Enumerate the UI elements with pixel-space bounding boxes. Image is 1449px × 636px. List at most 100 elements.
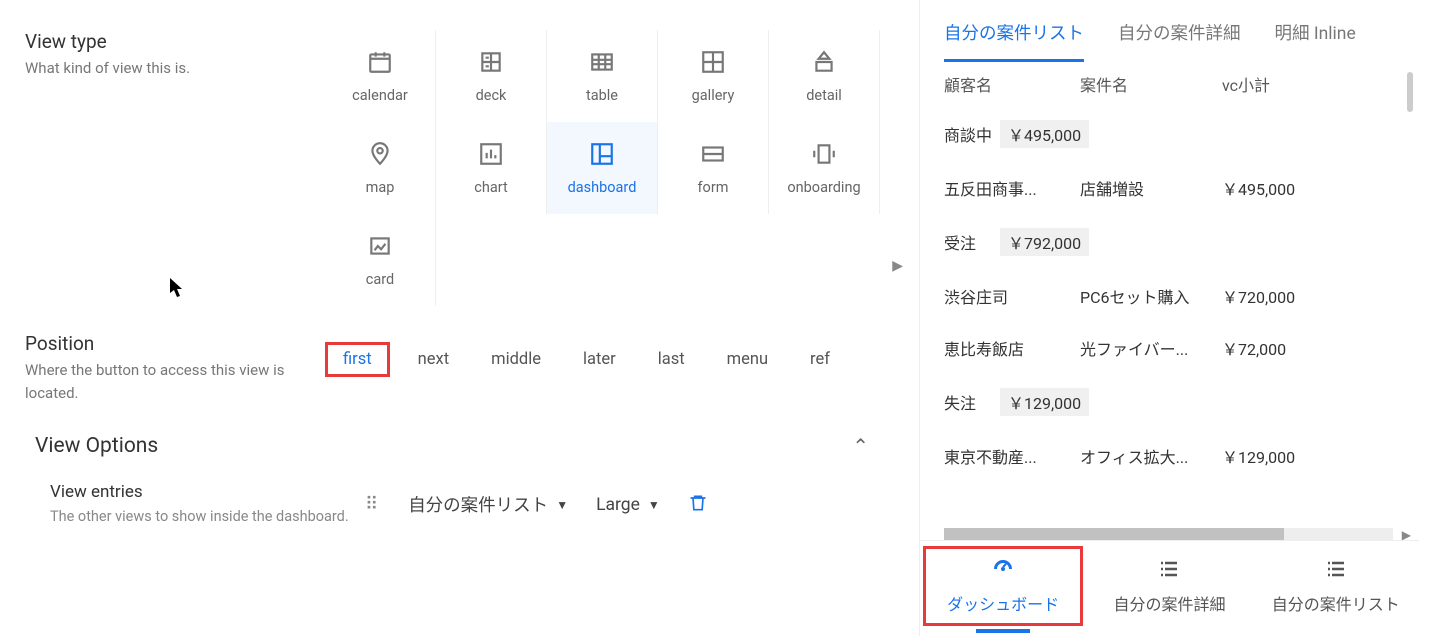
- map-icon: [367, 141, 393, 171]
- view-type-calendar[interactable]: calendar: [325, 30, 436, 122]
- cell-subtotal: ￥495,000: [1222, 176, 1295, 200]
- view-type-label: card: [366, 271, 394, 288]
- view-type-form[interactable]: form: [658, 122, 769, 214]
- group-sum: ￥495,000: [1000, 120, 1089, 148]
- cell-anken: 店舗増設: [1080, 176, 1222, 200]
- preview-tab[interactable]: 自分の案件リスト: [944, 20, 1084, 62]
- entry-size-value: Large: [596, 495, 640, 515]
- entry-view-value: 自分の案件リスト: [408, 492, 548, 517]
- collapse-icon[interactable]: ⌃: [852, 434, 899, 458]
- table-row[interactable]: 東京不動産...オフィス拡大...￥129,000: [944, 430, 1419, 482]
- table-body: 商談中￥495,000五反田商事...店舗増設￥495,000受注￥792,00…: [944, 106, 1419, 482]
- dashboard-icon: [589, 141, 615, 171]
- chevron-down-icon: ▼: [556, 498, 568, 512]
- preview-tab[interactable]: 自分の案件詳細: [1118, 20, 1241, 62]
- form-icon: [700, 141, 726, 171]
- position-title: Position: [25, 332, 315, 355]
- position-middle[interactable]: middle: [477, 342, 555, 377]
- cell-subtotal: ￥720,000: [1222, 284, 1295, 308]
- chevron-down-icon: ▼: [648, 498, 660, 512]
- group-row[interactable]: 受注￥792,000: [944, 214, 1419, 270]
- table-icon: [589, 49, 615, 79]
- group-label: 商談中: [944, 122, 1000, 146]
- group-sum: ￥792,000: [1000, 228, 1089, 256]
- scrollbar-horizontal[interactable]: [944, 528, 1284, 540]
- table-row[interactable]: 恵比寿飯店光ファイバー...￥72,000: [944, 322, 1419, 374]
- view-type-label: map: [366, 179, 395, 196]
- view-type-label: deck: [476, 87, 507, 104]
- preview-tabs: 自分の案件リスト自分の案件詳細明細 Inline: [944, 0, 1419, 62]
- delete-entry-button[interactable]: [688, 492, 708, 518]
- entry-view-select[interactable]: 自分の案件リスト ▼: [408, 492, 568, 517]
- drag-handle-icon[interactable]: ⠿: [365, 494, 380, 515]
- scrollbar-vertical[interactable]: [1407, 72, 1413, 112]
- view-options-title: View Options: [35, 434, 158, 458]
- bottom-nav-dashboard[interactable]: ダッシュボード: [923, 546, 1083, 626]
- view-type-dashboard[interactable]: dashboard: [547, 122, 658, 214]
- position-desc: Where the button to access this view is …: [25, 359, 315, 404]
- view-entries-desc: The other views to show inside the dashb…: [50, 506, 365, 527]
- detail-icon: [1156, 557, 1182, 581]
- view-type-card[interactable]: card: [325, 214, 436, 306]
- view-type-map[interactable]: map: [325, 122, 436, 214]
- bottom-nav-label: 自分の案件詳細: [1113, 591, 1225, 615]
- list-icon: [1323, 557, 1349, 581]
- table-header[interactable]: 顧客名: [944, 72, 1080, 96]
- group-label: 失注: [944, 390, 1000, 414]
- chart-icon: [478, 141, 504, 171]
- view-type-deck[interactable]: deck: [436, 30, 547, 122]
- cell-customer: 渋谷庄司: [944, 284, 1080, 308]
- group-label: 受注: [944, 230, 1000, 254]
- view-type-label: form: [698, 179, 729, 196]
- view-type-label: gallery: [692, 87, 735, 104]
- view-type-label: table: [586, 87, 618, 104]
- cell-subtotal: ￥72,000: [1222, 336, 1286, 360]
- view-type-label: detail: [806, 87, 842, 104]
- position-last[interactable]: last: [644, 342, 699, 377]
- view-type-desc: What kind of view this is.: [25, 57, 315, 80]
- bottom-nav: ダッシュボード自分の案件詳細 自分の案件リスト: [920, 540, 1419, 630]
- view-type-onboarding[interactable]: onboarding: [769, 122, 880, 214]
- dashboard-icon: [990, 557, 1016, 581]
- group-row[interactable]: 商談中￥495,000: [944, 106, 1419, 162]
- position-next[interactable]: next: [404, 342, 463, 377]
- view-entries-title: View entries: [50, 482, 365, 502]
- card-icon: [367, 233, 393, 263]
- cell-anken: PC6セット購入: [1080, 284, 1222, 308]
- position-menu[interactable]: menu: [713, 342, 782, 377]
- cell-customer: 東京不動産...: [944, 444, 1080, 468]
- position-ref[interactable]: ref: [796, 342, 844, 377]
- bottom-nav-detail[interactable]: 自分の案件詳細: [1089, 557, 1249, 615]
- table-header[interactable]: vc小計: [1222, 72, 1332, 96]
- detail-icon: [811, 49, 837, 79]
- view-type-detail[interactable]: detail: [769, 30, 880, 122]
- view-type-table[interactable]: table: [547, 30, 658, 122]
- onboarding-icon: [811, 141, 837, 171]
- next-arrow-icon[interactable]: ▶: [892, 258, 903, 274]
- view-type-label: chart: [474, 179, 507, 196]
- group-sum: ￥129,000: [1000, 388, 1089, 416]
- cell-anken: オフィス拡大...: [1080, 444, 1222, 468]
- preview-tab[interactable]: 明細 Inline: [1275, 20, 1356, 62]
- view-type-chart[interactable]: chart: [436, 122, 547, 214]
- calendar-icon: [367, 49, 393, 79]
- view-type-gallery[interactable]: gallery: [658, 30, 769, 122]
- view-type-title: View type: [25, 30, 315, 53]
- table-row[interactable]: 五反田商事...店舗増設￥495,000: [944, 162, 1419, 214]
- bottom-nav-label: 自分の案件リスト: [1272, 591, 1400, 615]
- entry-size-select[interactable]: Large ▼: [596, 495, 660, 515]
- position-later[interactable]: later: [569, 342, 630, 377]
- position-first[interactable]: first: [325, 342, 390, 377]
- cell-customer: 恵比寿飯店: [944, 336, 1080, 360]
- deck-icon: [478, 49, 504, 79]
- group-row[interactable]: 失注￥129,000: [944, 374, 1419, 430]
- table-header[interactable]: 案件名: [1080, 72, 1222, 96]
- position-options: first next middle later last menuref: [325, 332, 899, 377]
- table-row[interactable]: 渋谷庄司PC6セット購入￥720,000: [944, 270, 1419, 322]
- bottom-nav-list[interactable]: 自分の案件リスト: [1256, 557, 1416, 615]
- view-type-grid: calendar deck table gallery detail map chart da…: [325, 30, 899, 306]
- scroll-right-icon[interactable]: ▶: [1402, 528, 1411, 540]
- gallery-icon: [700, 49, 726, 79]
- view-type-label: onboarding: [787, 179, 860, 196]
- cell-customer: 五反田商事...: [944, 176, 1080, 200]
